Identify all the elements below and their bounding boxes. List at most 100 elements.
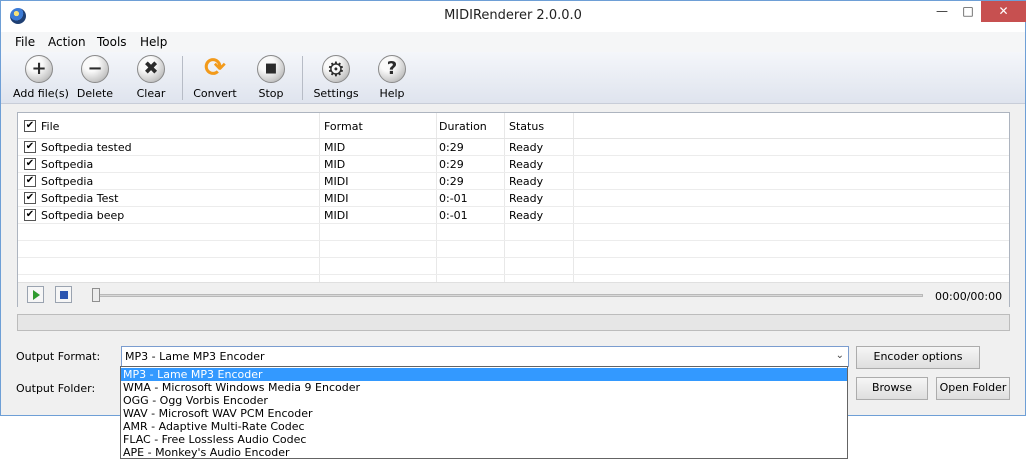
help-label: Help — [379, 87, 405, 100]
row-duration: 0:-01 — [439, 209, 468, 222]
title-bar: MIDIRenderer 2.0.0.0 — □ ✕ — [1, 1, 1026, 32]
delete-label: Delete — [76, 87, 114, 100]
stop-square-icon — [60, 291, 68, 299]
row-divider — [18, 223, 1009, 224]
gear-icon: ⚙ — [322, 55, 350, 83]
row-duration: 0:29 — [439, 158, 464, 171]
convert-label: Convert — [193, 87, 237, 100]
row-file: Softpedia — [41, 158, 94, 171]
row-file: Softpedia tested — [41, 141, 132, 154]
delete-icon: − — [81, 55, 109, 83]
menu-tools[interactable]: Tools — [97, 35, 127, 49]
add-icon: + — [25, 55, 53, 83]
row-duration: 0:-01 — [439, 192, 468, 205]
convert-icon: ⟳ — [204, 53, 226, 83]
add-files-label: Add file(s) — [13, 87, 69, 100]
format-option[interactable]: OGG - Ogg Vorbis Encoder — [121, 394, 847, 407]
header-format[interactable]: Format — [324, 120, 363, 133]
output-format-select[interactable]: MP3 - Lame MP3 Encoder ⌄ — [121, 346, 849, 367]
toolbar: + Add file(s) − Delete ✖ Clear ⟳ Convert… — [1, 52, 1025, 104]
format-option[interactable]: APE - Monkey's Audio Encoder — [121, 446, 847, 459]
menu-help[interactable]: Help — [140, 35, 167, 49]
encoder-options-button[interactable]: Encoder options — [856, 346, 980, 369]
toolbar-separator — [182, 56, 183, 100]
row-status: Ready — [509, 158, 544, 171]
maximize-button[interactable]: □ — [955, 1, 981, 22]
row-divider — [18, 189, 1009, 190]
output-format-dropdown-list[interactable]: MP3 - Lame MP3 Encoder WMA - Microsoft W… — [120, 366, 848, 459]
add-files-button[interactable]: + Add file(s) — [13, 55, 69, 103]
row-divider — [18, 257, 1009, 258]
format-option[interactable]: AMR - Adaptive Multi-Rate Codec — [121, 420, 847, 433]
row-checkbox[interactable]: ✔ — [24, 175, 36, 187]
header-file[interactable]: File — [41, 120, 59, 133]
menu-action[interactable]: Action — [48, 35, 86, 49]
row-divider — [18, 155, 1009, 156]
clear-icon: ✖ — [137, 55, 165, 83]
row-file: Softpedia beep — [41, 209, 125, 222]
conversion-progress-bar — [17, 314, 1010, 331]
browse-button[interactable]: Browse — [856, 377, 928, 400]
output-format-label: Output Format: — [16, 350, 101, 363]
settings-label: Settings — [313, 87, 359, 100]
header-status[interactable]: Status — [509, 120, 544, 133]
convert-button[interactable]: ⟳ Convert — [191, 55, 239, 103]
close-button[interactable]: ✕ — [981, 1, 1026, 22]
row-status: Ready — [509, 175, 544, 188]
row-duration: 0:29 — [439, 175, 464, 188]
help-icon: ? — [378, 55, 406, 83]
list-header: ✔ File Format Duration Status — [18, 113, 1009, 139]
row-checkbox[interactable]: ✔ — [24, 209, 36, 221]
stop-label: Stop — [258, 87, 284, 100]
minimize-button[interactable]: — — [929, 1, 955, 22]
output-format-value: MP3 - Lame MP3 Encoder — [125, 350, 265, 363]
row-format: MIDI — [324, 192, 349, 205]
row-status: Ready — [509, 209, 544, 222]
row-status: Ready — [509, 192, 544, 205]
output-folder-label: Output Folder: — [16, 382, 96, 395]
row-checkbox[interactable]: ✔ — [24, 158, 36, 170]
menu-bar: File Action Tools Help — [1, 32, 1025, 52]
row-format: MIDI — [324, 209, 349, 222]
help-button[interactable]: ? Help — [368, 55, 416, 103]
clear-label: Clear — [136, 87, 166, 100]
header-duration[interactable]: Duration — [439, 120, 487, 133]
player-bar: 00:00/00:00 — [18, 282, 1009, 307]
format-option[interactable]: FLAC - Free Lossless Audio Codec — [121, 433, 847, 446]
clear-button[interactable]: ✖ Clear — [127, 55, 175, 103]
row-status: Ready — [509, 141, 544, 154]
watermark: SOFTPEDIA — [343, 351, 431, 367]
row-divider — [18, 240, 1009, 241]
row-checkbox[interactable]: ✔ — [24, 192, 36, 204]
file-list[interactable]: ✔ File Format Duration Status ✔ Softpedi… — [17, 112, 1010, 307]
row-file: Softpedia Test — [41, 192, 119, 205]
time-readout: 00:00/00:00 — [935, 290, 1003, 303]
open-folder-button[interactable]: Open Folder — [936, 377, 1010, 400]
seek-slider-thumb[interactable] — [92, 288, 100, 302]
row-divider — [18, 172, 1009, 173]
play-button[interactable] — [27, 286, 44, 303]
delete-button[interactable]: − Delete — [71, 55, 119, 103]
row-divider — [18, 206, 1009, 207]
seek-slider[interactable] — [96, 294, 923, 297]
row-format: MID — [324, 158, 346, 171]
row-duration: 0:29 — [439, 141, 464, 154]
stop-button[interactable]: ■ Stop — [247, 55, 295, 103]
format-option[interactable]: MP3 - Lame MP3 Encoder — [121, 368, 847, 381]
select-all-checkbox[interactable]: ✔ — [24, 120, 36, 132]
row-file: Softpedia — [41, 175, 94, 188]
settings-button[interactable]: ⚙ Settings — [312, 55, 360, 103]
chevron-down-icon: ⌄ — [835, 350, 844, 361]
play-icon — [33, 290, 40, 300]
row-checkbox[interactable]: ✔ — [24, 141, 36, 153]
format-option[interactable]: WAV - Microsoft WAV PCM Encoder — [121, 407, 847, 420]
toolbar-separator — [302, 56, 303, 100]
stop-icon: ■ — [257, 55, 285, 83]
row-format: MIDI — [324, 175, 349, 188]
row-divider — [18, 274, 1009, 275]
player-stop-button[interactable] — [55, 286, 72, 303]
row-format: MID — [324, 141, 346, 154]
menu-file[interactable]: File — [15, 35, 35, 49]
format-option[interactable]: WMA - Microsoft Windows Media 9 Encoder — [121, 381, 847, 394]
window-title: MIDIRenderer 2.0.0.0 — [444, 8, 582, 23]
